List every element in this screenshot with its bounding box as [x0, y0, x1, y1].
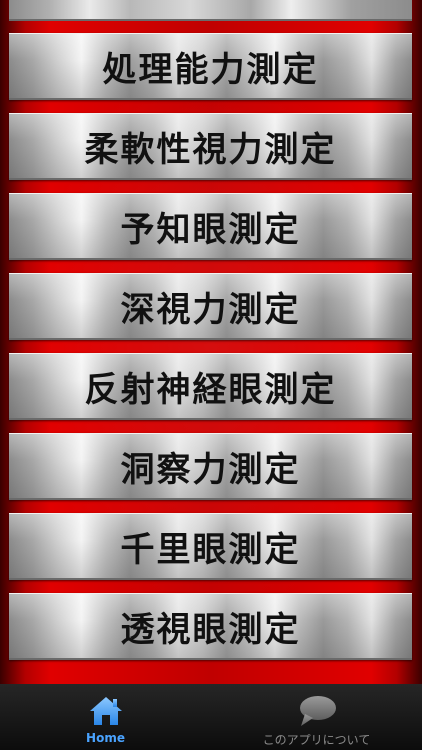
- speech-bubble-icon: [299, 696, 336, 726]
- menu-item-reflex-eye[interactable]: 反射神経眼測定: [9, 353, 412, 420]
- tab-bar: Home このアプリについて: [0, 684, 422, 750]
- measurement-menu: 処理能力測定 柔軟性視力測定 予知眼測定 深視力測定 反射神経眼測定 洞察力測定…: [0, 0, 422, 684]
- tab-home-label: Home: [86, 731, 125, 745]
- menu-item-processing-ability[interactable]: 処理能力測定: [9, 33, 412, 100]
- menu-top-edge: [9, 0, 412, 21]
- menu-item-insight[interactable]: 洞察力測定: [9, 433, 412, 500]
- tab-about-app[interactable]: このアプリについて: [211, 684, 422, 750]
- menu-item-clairvoyance[interactable]: 千里眼測定: [9, 513, 412, 580]
- menu-item-foresight-eye[interactable]: 予知眼測定: [9, 193, 412, 260]
- tab-about-label: このアプリについて: [262, 733, 371, 747]
- tab-home[interactable]: Home: [0, 684, 211, 750]
- menu-item-depth-perception[interactable]: 深視力測定: [9, 273, 412, 340]
- menu-item-xray-eye[interactable]: 透視眼測定: [9, 593, 412, 660]
- menu-item-flexible-vision[interactable]: 柔軟性視力測定: [9, 113, 412, 180]
- home-icon: [89, 697, 122, 725]
